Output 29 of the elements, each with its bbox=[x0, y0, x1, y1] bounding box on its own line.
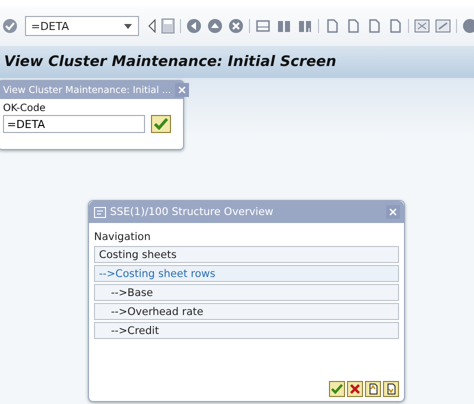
back-icon[interactable] bbox=[186, 18, 202, 34]
page-title: View Cluster Maintenance: Initial Screen bbox=[4, 54, 336, 70]
page-up-button[interactable] bbox=[365, 381, 381, 397]
window-icon[interactable] bbox=[414, 18, 430, 34]
up-icon[interactable] bbox=[207, 18, 224, 34]
tree-item[interactable]: -->Costing sheet rows bbox=[94, 265, 399, 282]
field-label: OK-Code bbox=[3, 103, 47, 114]
window-icon[interactable] bbox=[435, 18, 452, 34]
cancel-icon[interactable] bbox=[228, 18, 244, 34]
command-field[interactable]: =DETA bbox=[25, 16, 140, 36]
dialog-title: View Cluster Maintenance: Initial ... bbox=[3, 84, 172, 96]
confirm-button[interactable] bbox=[329, 381, 345, 397]
structure-icon bbox=[94, 206, 106, 218]
tree-item[interactable]: -->Credit bbox=[94, 322, 399, 339]
close-icon[interactable] bbox=[386, 205, 400, 219]
check-icon[interactable] bbox=[2, 18, 18, 34]
section-label: Navigation bbox=[94, 231, 152, 243]
save-icon[interactable] bbox=[161, 18, 176, 34]
dialog-title: SSE(1)/100 Structure Overview bbox=[110, 206, 274, 218]
tree-item[interactable]: Costing sheets bbox=[94, 246, 399, 263]
ok-code-field[interactable]: =DETA bbox=[3, 115, 145, 133]
back-arrow-icon[interactable] bbox=[148, 19, 156, 33]
page-down-button[interactable] bbox=[383, 381, 399, 397]
close-icon[interactable] bbox=[175, 83, 190, 97]
tree-item[interactable]: -->Overhead rate bbox=[94, 303, 399, 320]
tree-item[interactable]: -->Base bbox=[94, 284, 399, 301]
confirm-button[interactable] bbox=[151, 115, 171, 133]
cancel-button[interactable] bbox=[347, 381, 363, 397]
dropdown-icon[interactable] bbox=[124, 24, 132, 28]
